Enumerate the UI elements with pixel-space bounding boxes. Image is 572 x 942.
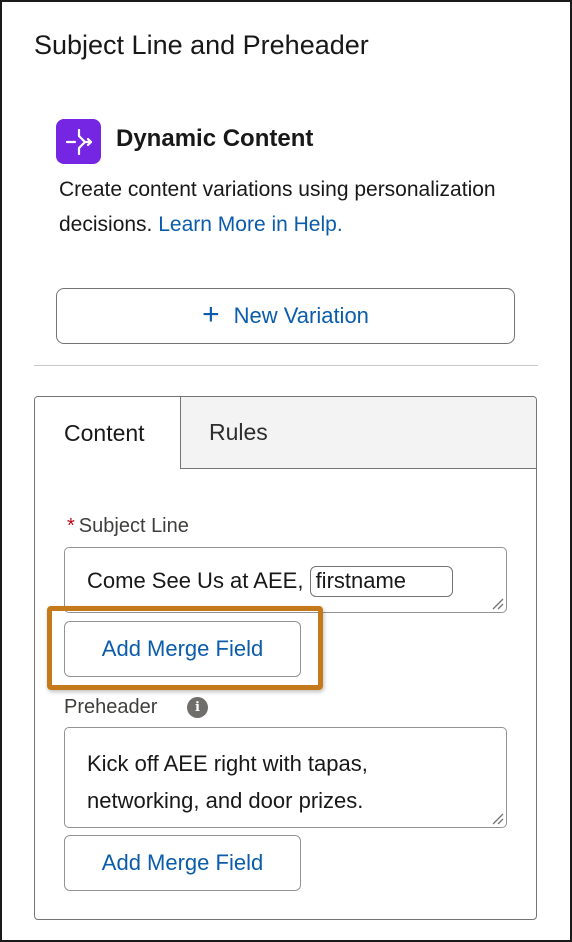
callout-highlight bbox=[47, 606, 323, 690]
new-variation-label: New Variation bbox=[233, 303, 369, 328]
tab-content[interactable]: Content bbox=[35, 397, 181, 469]
subject-line-input[interactable]: Come See Us at AEE, firstname bbox=[64, 547, 507, 613]
new-variation-button[interactable]: + New Variation bbox=[56, 288, 515, 344]
dynamic-content-description: Create content variations using personal… bbox=[59, 172, 499, 242]
resize-handle-icon[interactable] bbox=[490, 596, 504, 610]
subject-line-label: * Subject Line bbox=[67, 515, 189, 538]
subject-line-text: Come See Us at AEE, bbox=[87, 568, 304, 593]
resize-handle-icon[interactable] bbox=[490, 811, 504, 825]
preheader-text: Kick off AEE right with tapas, networkin… bbox=[87, 751, 368, 813]
required-marker: * bbox=[67, 515, 75, 537]
dynamic-content-title: Dynamic Content bbox=[116, 125, 314, 152]
plus-icon: + bbox=[202, 297, 220, 331]
preheader-add-merge-field-label: Add Merge Field bbox=[101, 850, 264, 875]
divider bbox=[34, 365, 538, 366]
tab-content-label: Content bbox=[64, 419, 145, 446]
tab-rules[interactable]: Rules bbox=[182, 397, 332, 468]
merge-field-token[interactable]: firstname bbox=[309, 566, 453, 597]
preheader-label: Preheader bbox=[64, 696, 158, 718]
preheader-add-merge-field-button[interactable]: Add Merge Field bbox=[64, 835, 301, 891]
dynamic-content-icon bbox=[56, 119, 101, 164]
subject-line-label-text: Subject Line bbox=[78, 515, 189, 537]
panel-title: Subject Line and Preheader bbox=[34, 30, 369, 60]
tab-rules-label: Rules bbox=[209, 419, 268, 445]
preheader-input[interactable]: Kick off AEE right with tapas, networkin… bbox=[64, 727, 507, 828]
tab-underline bbox=[181, 468, 536, 469]
learn-more-link[interactable]: Learn More in Help. bbox=[158, 213, 342, 236]
info-icon[interactable]: i bbox=[187, 697, 208, 718]
